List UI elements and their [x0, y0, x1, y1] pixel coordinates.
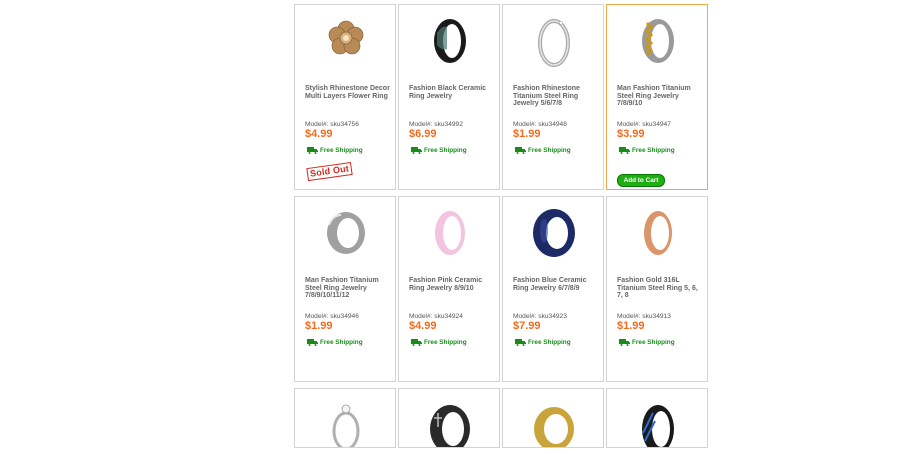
truck-icon — [411, 339, 422, 346]
product-card[interactable] — [398, 388, 500, 448]
product-model: Model#: sku34947 — [617, 121, 671, 128]
product-name[interactable]: Fashion Pink Ceramic Ring Jewelry 8/9/10 — [409, 277, 497, 292]
product-image[interactable] — [425, 9, 475, 75]
truck-icon — [307, 339, 318, 346]
free-shipping-badge: Free Shipping — [307, 146, 363, 154]
product-image[interactable] — [321, 9, 371, 75]
truck-icon — [307, 147, 318, 154]
truck-icon — [619, 147, 630, 154]
free-shipping-badge: Free Shipping — [307, 338, 363, 346]
product-card[interactable]: Man Fashion Titanium Steel Ring Jewelry … — [606, 4, 708, 190]
product-grid: Stylish Rhinestone Decor Multi Layers Fl… — [294, 4, 710, 454]
product-card[interactable]: Fashion Blue Ceramic Ring Jewelry 6/7/8/… — [502, 196, 604, 382]
product-price: $1.99 — [305, 320, 333, 332]
product-price: $4.99 — [305, 128, 333, 140]
product-model: Model#: sku34924 — [409, 313, 463, 320]
free-shipping-label: Free Shipping — [320, 146, 363, 154]
product-row: Stylish Rhinestone Decor Multi Layers Fl… — [294, 4, 710, 190]
product-model: Model#: sku34948 — [513, 121, 567, 128]
product-image[interactable] — [529, 9, 579, 75]
product-card[interactable]: Fashion Black Ceramic Ring Jewelry Model… — [398, 4, 500, 190]
product-name[interactable]: Stylish Rhinestone Decor Multi Layers Fl… — [305, 85, 393, 100]
free-shipping-badge: Free Shipping — [619, 146, 675, 154]
truck-icon — [515, 339, 526, 346]
product-row — [294, 388, 710, 448]
product-image[interactable] — [633, 201, 683, 267]
free-shipping-badge: Free Shipping — [515, 338, 571, 346]
product-image[interactable] — [633, 9, 683, 75]
free-shipping-badge: Free Shipping — [411, 338, 467, 346]
product-name[interactable]: Fashion Blue Ceramic Ring Jewelry 6/7/8/… — [513, 277, 601, 292]
product-row: Man Fashion Titanium Steel Ring Jewelry … — [294, 196, 710, 382]
truck-icon — [619, 339, 630, 346]
truck-icon — [515, 147, 526, 154]
free-shipping-label: Free Shipping — [528, 338, 571, 346]
product-name[interactable]: Fashion Black Ceramic Ring Jewelry — [409, 85, 497, 100]
sold-out-stamp: Sold Out — [306, 161, 353, 182]
free-shipping-label: Free Shipping — [424, 146, 467, 154]
product-image[interactable] — [321, 393, 371, 448]
product-model: Model#: sku34923 — [513, 313, 567, 320]
product-price: $6.99 — [409, 128, 437, 140]
product-model: Model#: sku34992 — [409, 121, 463, 128]
product-card[interactable]: Stylish Rhinestone Decor Multi Layers Fl… — [294, 4, 396, 190]
free-shipping-label: Free Shipping — [528, 146, 571, 154]
product-image[interactable] — [529, 201, 579, 267]
product-card[interactable] — [294, 388, 396, 448]
product-price: $3.99 — [617, 128, 645, 140]
add-to-cart-button[interactable]: Add to Cart — [617, 174, 665, 187]
product-model: Model#: sku34913 — [617, 313, 671, 320]
product-image[interactable] — [633, 393, 683, 448]
free-shipping-label: Free Shipping — [632, 338, 675, 346]
free-shipping-label: Free Shipping — [320, 338, 363, 346]
product-image[interactable] — [529, 393, 579, 448]
product-model: Model#: sku34756 — [305, 121, 359, 128]
truck-icon — [411, 147, 422, 154]
product-name[interactable]: Man Fashion Titanium Steel Ring Jewelry … — [617, 85, 705, 108]
free-shipping-label: Free Shipping — [632, 146, 675, 154]
product-card[interactable]: Fashion Pink Ceramic Ring Jewelry 8/9/10… — [398, 196, 500, 382]
product-card[interactable] — [502, 388, 604, 448]
product-card[interactable]: Man Fashion Titanium Steel Ring Jewelry … — [294, 196, 396, 382]
product-image[interactable] — [425, 393, 475, 448]
product-price: $1.99 — [513, 128, 541, 140]
product-price: $1.99 — [617, 320, 645, 332]
product-name[interactable]: Fashion Rhinestone Titanium Steel Ring J… — [513, 85, 601, 108]
product-name[interactable]: Man Fashion Titanium Steel Ring Jewelry … — [305, 277, 393, 300]
product-model: Model#: sku34946 — [305, 313, 359, 320]
product-price: $4.99 — [409, 320, 437, 332]
free-shipping-badge: Free Shipping — [619, 338, 675, 346]
product-card[interactable] — [606, 388, 708, 448]
product-price: $7.99 — [513, 320, 541, 332]
product-card[interactable]: Fashion Gold 316L Titanium Steel Ring 5,… — [606, 196, 708, 382]
product-name[interactable]: Fashion Gold 316L Titanium Steel Ring 5,… — [617, 277, 705, 300]
free-shipping-badge: Free Shipping — [411, 146, 467, 154]
free-shipping-badge: Free Shipping — [515, 146, 571, 154]
free-shipping-label: Free Shipping — [424, 338, 467, 346]
product-image[interactable] — [321, 201, 371, 267]
product-image[interactable] — [425, 201, 475, 267]
product-card[interactable]: Fashion Rhinestone Titanium Steel Ring J… — [502, 4, 604, 190]
